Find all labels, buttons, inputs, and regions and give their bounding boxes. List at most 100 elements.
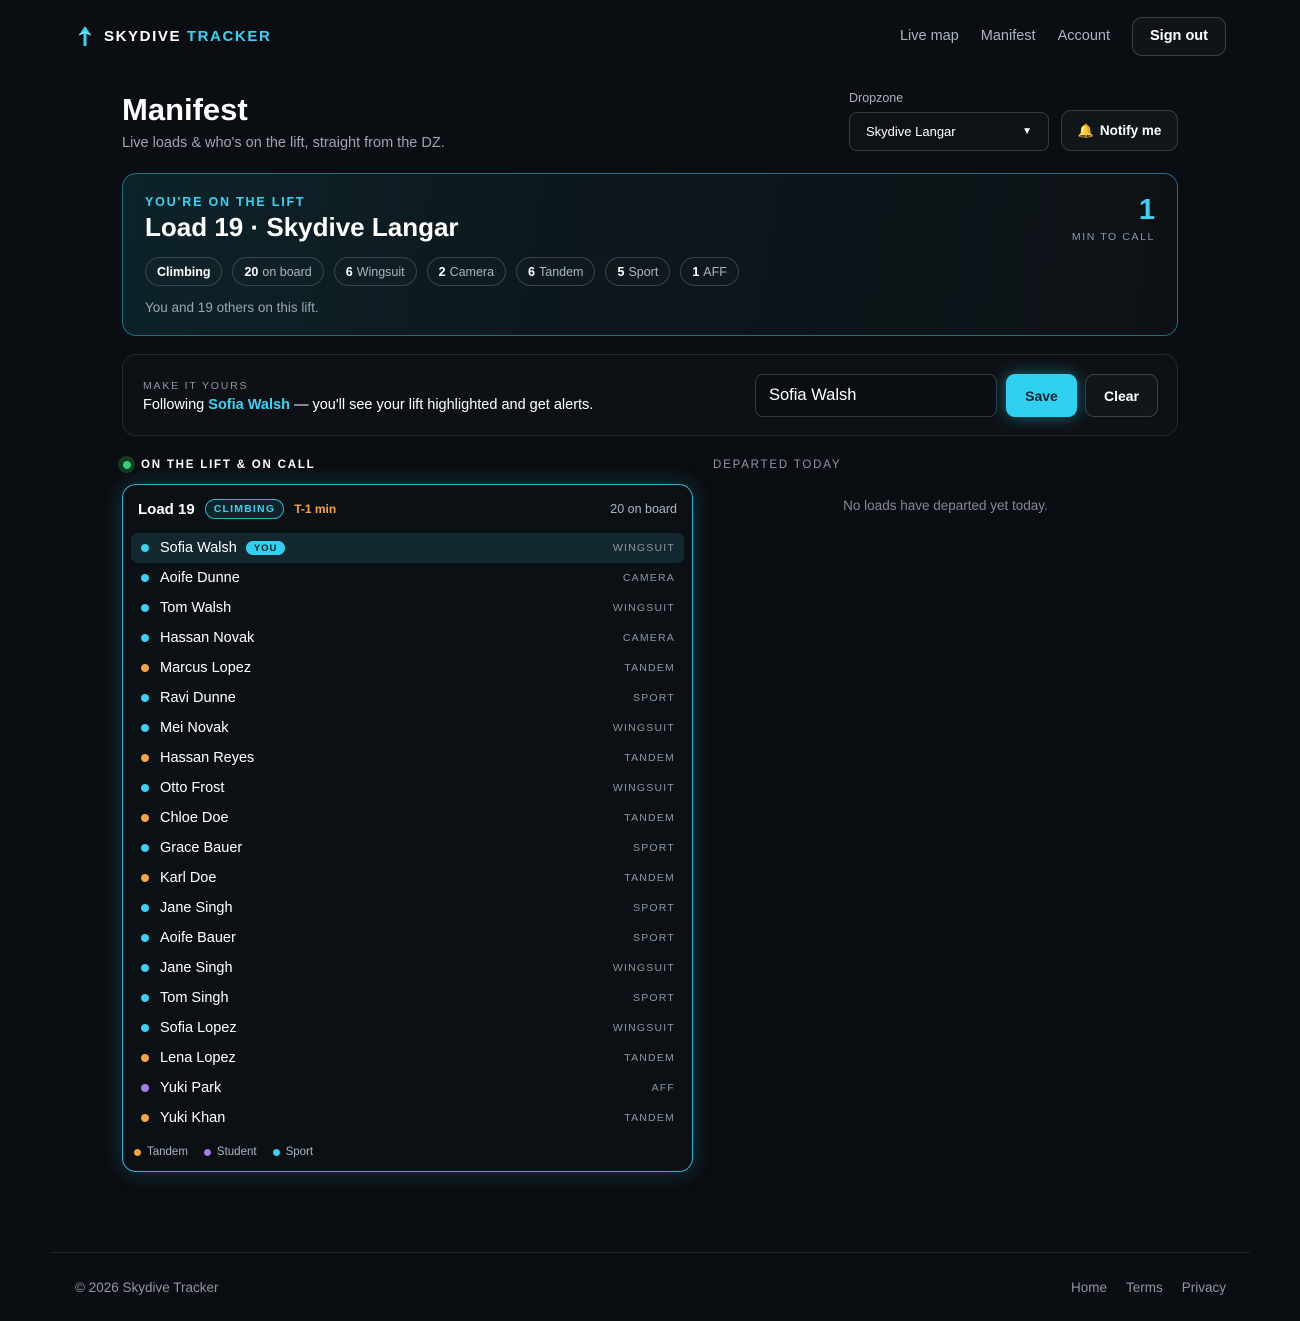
follow-name-input[interactable] (755, 374, 997, 417)
jumper-name: Otto Frost (160, 780, 225, 796)
main-nav: Live map Manifest Account Sign out (900, 16, 1226, 56)
jumper-name: Jane Singh (160, 900, 233, 916)
list-item[interactable]: Grace Bauer SPORT (131, 833, 684, 863)
list-item[interactable]: Sofia Walsh YOU WINGSUIT (131, 533, 684, 563)
dropzone-label: Dropzone (849, 91, 904, 105)
lift-title: Load 19 · Skydive Langar (145, 212, 459, 242)
list-item[interactable]: Hassan Reyes TANDEM (131, 743, 684, 773)
chip-on-board: 20 on board (232, 257, 324, 286)
list-item[interactable]: Tom Singh SPORT (131, 983, 684, 1013)
save-button[interactable]: Save (1006, 374, 1077, 417)
list-item[interactable]: Yuki Khan TANDEM (131, 1103, 684, 1133)
chip-aff: 1 AFF (680, 257, 739, 286)
lift-note: You and 19 others on this lift. (145, 300, 319, 315)
jumper-type: SPORT (633, 992, 675, 1004)
dropzone-select[interactable]: Skydive Langar ▼ (849, 112, 1049, 151)
list-item[interactable]: Lena Lopez TANDEM (131, 1043, 684, 1073)
jumper-type-dot (141, 574, 149, 582)
section-on-the-lift: ON THE LIFT & ON CALL (118, 456, 316, 473)
footer-link-terms[interactable]: Terms (1126, 1280, 1163, 1295)
list-item[interactable]: Karl Doe TANDEM (131, 863, 684, 893)
jumper-type: TANDEM (624, 872, 675, 884)
list-item[interactable]: Tom Walsh WINGSUIT (131, 593, 684, 623)
jumper-name: Aoife Dunne (160, 570, 240, 586)
list-item[interactable]: Otto Frost WINGSUIT (131, 773, 684, 803)
jumper-type-dot (141, 1114, 149, 1122)
footer-link-home[interactable]: Home (1071, 1280, 1107, 1295)
jumper-type: SPORT (633, 902, 675, 914)
list-item[interactable]: Aoife Bauer SPORT (131, 923, 684, 953)
jumper-name: Hassan Reyes (160, 750, 255, 766)
nav-manifest[interactable]: Manifest (981, 28, 1036, 44)
jumper-type-dot (141, 724, 149, 732)
jumper-type: WINGSUIT (612, 722, 675, 734)
jumper-type-dot (141, 694, 149, 702)
jumper-type: TANDEM (624, 1052, 675, 1064)
list-item[interactable]: Sofia Lopez WINGSUIT (131, 1013, 684, 1043)
jumper-type: SPORT (633, 842, 675, 854)
brand-logo[interactable]: SKYDIVE TRACKER (76, 25, 271, 47)
footer-link-privacy[interactable]: Privacy (1182, 1280, 1226, 1295)
jumper-legend: Tandem Student Sport (134, 1146, 313, 1158)
jumper-name: Marcus Lopez (160, 660, 252, 676)
list-item[interactable]: Aoife Dunne CAMERA (131, 563, 684, 593)
follow-panel: MAKE IT YOURS Following Sofia Walsh — yo… (122, 354, 1178, 436)
notify-me-button[interactable]: 🔔 Notify me (1061, 110, 1178, 151)
jumper-name: Yuki Khan (160, 1110, 226, 1126)
footer-copyright: © 2026 Skydive Tracker (75, 1280, 219, 1295)
footer-divider (50, 1252, 1250, 1253)
status-badge: CLIMBING (204, 499, 285, 519)
jumper-name: Hassan Novak (160, 630, 255, 646)
page-title: Manifest (122, 92, 248, 127)
load-card[interactable]: Load 19 CLIMBING T-1 min 20 on board Sof… (122, 484, 693, 1172)
legend-item: Sport (272, 1146, 313, 1158)
legend-item: Student (203, 1146, 257, 1158)
jumper-name: Sofia Walsh (160, 540, 237, 556)
jumper-roster: Sofia Walsh YOU WINGSUIT Aoife Dunne CAMERA T… (131, 533, 684, 1133)
lift-eyebrow: YOU'RE ON THE LIFT (145, 195, 306, 209)
followed-name: Sofia Walsh (208, 397, 290, 413)
jumper-type: TANDEM (624, 1112, 675, 1124)
load-name: Load 19 (138, 500, 195, 518)
list-item[interactable]: Hassan Novak CAMERA (131, 623, 684, 653)
jumper-name: Grace Bauer (160, 840, 243, 856)
chip-tandem: 6 Tandem (516, 257, 596, 286)
chip-sport: 5 Sport (605, 257, 671, 286)
list-item[interactable]: Jane Singh WINGSUIT (131, 953, 684, 983)
status-chip: Climbing (145, 257, 223, 286)
sign-out-button[interactable]: Sign out (1132, 16, 1226, 56)
list-item[interactable]: Marcus Lopez TANDEM (131, 653, 684, 683)
jumper-type: TANDEM (624, 812, 675, 824)
list-item[interactable]: Mei Novak WINGSUIT (131, 713, 684, 743)
clear-button[interactable]: Clear (1085, 374, 1158, 417)
chip-wingsuit: 6 Wingsuit (333, 257, 417, 286)
top-bar: SKYDIVE TRACKER Live map Manifest Accoun… (0, 0, 1300, 72)
chevron-down-icon: ▼ (1022, 126, 1032, 137)
list-item[interactable]: Yuki Park AFF (131, 1073, 684, 1103)
legend-dot (203, 1148, 211, 1156)
jumper-name: Mei Novak (160, 720, 229, 736)
nav-live-map[interactable]: Live map (900, 28, 959, 44)
jumper-name: Tom Singh (160, 990, 229, 1006)
jumper-type: WINGSUIT (612, 782, 675, 794)
jumper-type-dot (141, 544, 149, 552)
jumper-type: AFF (651, 1082, 675, 1094)
jumper-name: Yuki Park (160, 1080, 222, 1096)
legend-item: Tandem (134, 1146, 188, 1158)
jumper-type-dot (141, 994, 149, 1002)
jumper-name: Karl Doe (160, 870, 217, 886)
list-item[interactable]: Chloe Doe TANDEM (131, 803, 684, 833)
jumper-name: Aoife Bauer (160, 930, 236, 946)
jumper-type-dot (141, 964, 149, 972)
list-item[interactable]: Jane Singh SPORT (131, 893, 684, 923)
jumper-name: Sofia Lopez (160, 1020, 237, 1036)
bell-icon: 🔔 (1077, 122, 1094, 138)
legend-dot (272, 1148, 280, 1156)
jumper-type: SPORT (633, 692, 675, 704)
nav-account[interactable]: Account (1058, 28, 1110, 44)
jumper-name: Jane Singh (160, 960, 233, 976)
you-badge: YOU (245, 541, 286, 555)
jumper-type-dot (141, 754, 149, 762)
section-departed-today: DEPARTED TODAY (713, 459, 842, 471)
list-item[interactable]: Ravi Dunne SPORT (131, 683, 684, 713)
